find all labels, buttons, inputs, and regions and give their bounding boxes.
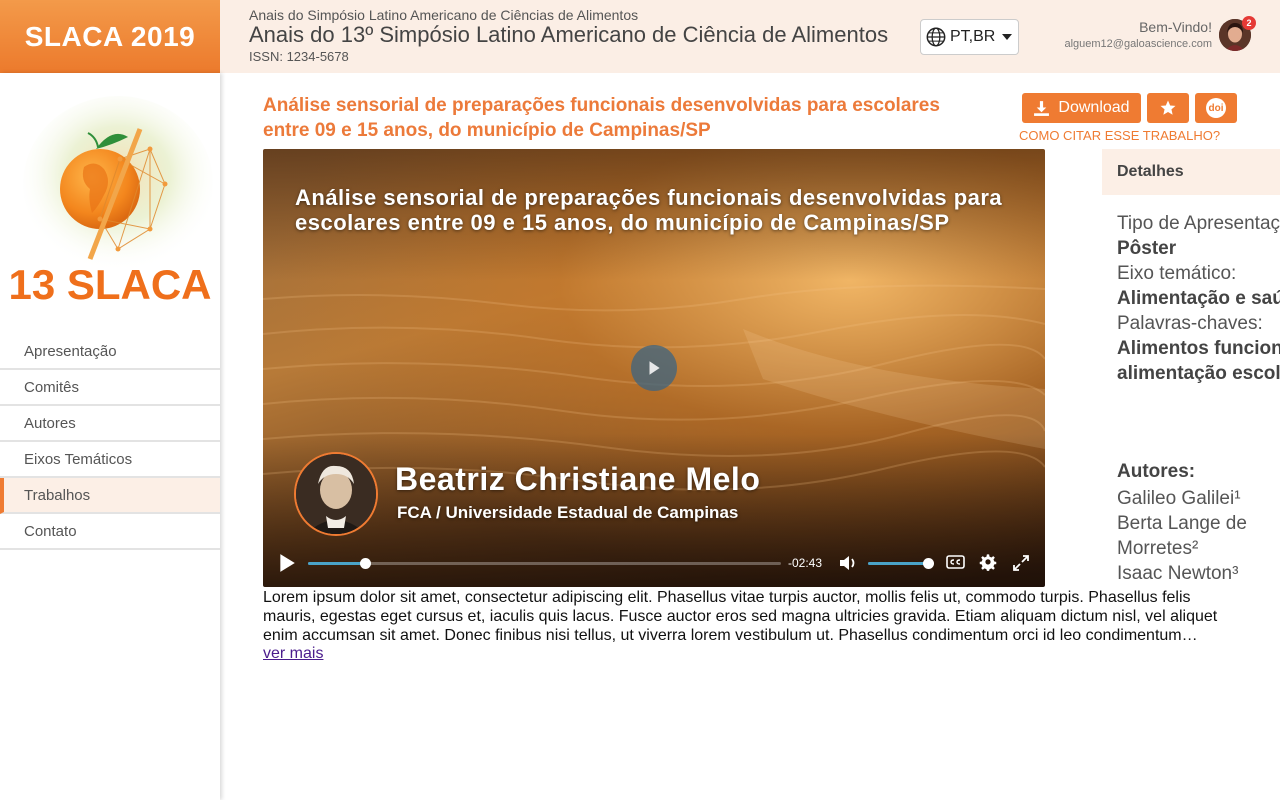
time-remaining: -02:43 <box>788 556 823 570</box>
doi-button[interactable]: doi <box>1195 93 1237 123</box>
globe-icon <box>926 27 946 47</box>
presentation-type-value: Pôster <box>1117 238 1177 259</box>
play-control-icon[interactable] <box>278 553 296 573</box>
presenter-portrait <box>296 454 376 534</box>
presentation-type-label: Tipo de Apresentação: <box>1117 213 1280 234</box>
logo-text: 13 SLACA <box>8 261 211 308</box>
favorite-button[interactable] <box>1147 93 1189 123</box>
publication-title: Anais do 13º Simpósio Latino Americano d… <box>249 22 889 47</box>
volume-slider[interactable] <box>868 558 934 569</box>
cite-link[interactable]: COMO CITAR ESSE TRABALHO? <box>1019 128 1220 143</box>
authors-list: Galileo Galilei¹ Berta Lange de Morretes… <box>1117 486 1280 586</box>
chevron-down-icon <box>1002 34 1013 40</box>
star-icon <box>1160 100 1176 115</box>
work-title: Análise sensorial de preparações funcion… <box>263 95 940 141</box>
fullscreen-icon[interactable] <box>1012 554 1030 572</box>
welcome-text: Bem-Vindo! <box>1139 19 1212 35</box>
progress-fill <box>308 562 365 565</box>
language-selector[interactable]: PT,BR <box>920 19 1019 55</box>
theme-label: Eixo temático: <box>1117 263 1237 284</box>
sidebar: 13 SLACA Apresentação Comitês Autores Ei… <box>0 73 220 800</box>
settings-gear-icon[interactable] <box>979 554 997 572</box>
progress-bar[interactable] <box>308 558 781 569</box>
read-more-link[interactable]: ver mais <box>263 645 323 663</box>
sidebar-item-eixos-tematicos[interactable]: Eixos Temáticos <box>0 442 220 478</box>
sidebar-item-apresentacao[interactable]: Apresentação <box>0 334 220 370</box>
sidebar-item-contato[interactable]: Contato <box>0 514 220 550</box>
authors-label: Autores: <box>1117 461 1196 482</box>
notification-badge[interactable]: 2 <box>1242 16 1256 30</box>
captions-icon[interactable] <box>946 555 965 570</box>
presenter-photo <box>294 452 378 536</box>
video-controls: -02:43 <box>263 547 1045 579</box>
theme-value: Alimentação e saúde (AS) <box>1117 288 1280 309</box>
sidebar-nav: Apresentação Comitês Autores Eixos Temát… <box>0 334 220 550</box>
presenter-name: Beatriz Christiane Melo <box>395 461 761 497</box>
keywords-value: Alimentos funcionais, alimentação escola… <box>1117 338 1280 384</box>
details-header: Detalhes <box>1102 149 1280 195</box>
volume-fill <box>868 562 928 565</box>
sidebar-item-trabalhos[interactable]: Trabalhos <box>0 478 220 514</box>
user-email: alguem12@galoascience.com <box>1064 38 1212 50</box>
presenter-affiliation: FCA / Universidade Estadual de Campinas <box>397 503 739 522</box>
author-item[interactable]: Berta Lange de Morretes² <box>1117 511 1280 561</box>
top-bar: Anais do Simpósio Latino Americano de Ci… <box>220 0 1280 73</box>
play-button[interactable] <box>631 345 677 391</box>
details-panel: Tipo de Apresentação: Pôster Eixo temáti… <box>1117 211 1280 386</box>
progress-handle[interactable] <box>359 558 371 569</box>
volume-handle[interactable] <box>922 558 934 569</box>
download-button[interactable]: Download <box>1022 93 1141 123</box>
issn: ISSN: 1234-5678 <box>249 49 349 64</box>
event-logo[interactable]: 13 SLACA <box>0 89 220 309</box>
author-item[interactable]: Galileo Galilei¹ <box>1117 486 1280 511</box>
play-icon <box>649 361 660 375</box>
abstract-text: Lorem ipsum dolor sit amet, consectetur … <box>263 589 1218 644</box>
video-player[interactable]: Análise sensorial de preparações funcion… <box>263 149 1045 587</box>
sidebar-item-autores[interactable]: Autores <box>0 406 220 442</box>
sidebar-item-comites[interactable]: Comitês <box>0 370 220 406</box>
publication-subtitle: Anais do Simpósio Latino Americano de Ci… <box>249 7 639 23</box>
download-label: Download <box>1058 99 1130 116</box>
brand-logo[interactable]: SLACA 2019 <box>0 0 220 73</box>
doi-icon: doi <box>1206 98 1226 118</box>
video-title: Análise sensorial de preparações funcion… <box>295 185 1003 235</box>
user-menu[interactable]: 2 <box>1219 16 1256 51</box>
download-icon <box>1034 100 1050 116</box>
language-label: PT,BR <box>950 28 996 45</box>
keywords-label: Palavras-chaves: <box>1117 313 1263 334</box>
volume-icon[interactable] <box>838 554 858 572</box>
author-item[interactable]: Isaac Newton³ <box>1117 561 1280 586</box>
